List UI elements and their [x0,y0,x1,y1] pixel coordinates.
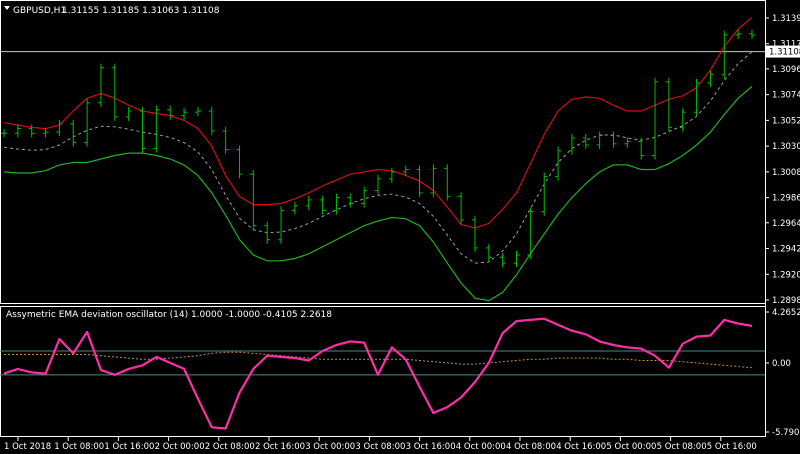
price-label: 1.28985 [772,296,800,306]
price-label: 1.30300 [772,142,800,152]
current-price-label: 1.31108 [769,48,800,58]
indicator-title: Assymetric EMA deviation oscillator (14)… [6,310,332,320]
price-label: 1.29205 [772,270,800,280]
time-label: 2 Oct 16:00 [255,442,305,452]
main-chart-frame [0,0,766,304]
price-label: 1.30520 [772,116,800,126]
upper-band-line [3,16,753,229]
osc-label: 0.00 [772,359,791,369]
indicator-area[interactable] [0,317,765,430]
main-chart-area[interactable] [0,16,765,302]
symbol-label: GBPUSD,H1 [13,6,66,16]
indicator-frame [0,306,766,437]
time-label: 1 Oct 16:00 [104,442,154,452]
time-label: 2 Oct 00:00 [155,442,205,452]
middle-line [3,51,753,264]
osc-label: 4.2652 [772,308,800,318]
price-axis[interactable]: 1.313951.311751.309601.307401.305201.303… [765,14,800,306]
indicator-axis: 4.2652 0.00 -5.7903 [765,308,800,438]
osc-signal-line [4,351,753,369]
price-label: 1.31395 [772,14,800,24]
time-label: 5 Oct 00:00 [606,442,656,452]
time-label: 3 Oct 08:00 [355,442,405,452]
ohlc-readout: 1.31155 1.31185 1.31063 1.31108 [62,6,220,16]
price-label: 1.30740 [772,91,800,101]
time-axis[interactable]: 1 Oct 2018 1 Oct 08:00 1 Oct 16:00 2 Oct 00… [4,437,757,452]
time-label: 3 Oct 00:00 [305,442,355,452]
price-label: 1.30960 [772,65,800,75]
osc-label: -5.7903 [772,428,800,438]
chart-canvas: 1.313951.311751.309601.307401.305201.303… [0,0,800,452]
triangle-down-icon[interactable] [4,6,10,10]
price-label: 1.29425 [772,245,800,255]
time-label: 1 Oct 08:00 [54,442,104,452]
oscillator-line [3,317,753,430]
time-label: 4 Oct 08:00 [506,442,556,452]
time-label: 2 Oct 08:00 [205,442,255,452]
time-label: 3 Oct 16:00 [406,442,456,452]
time-label: 1 Oct 2018 [4,442,51,452]
time-label: 4 Oct 16:00 [556,442,606,452]
time-label: 4 Oct 00:00 [456,442,506,452]
price-label: 1.29860 [772,194,800,204]
time-label: 5 Oct 08:00 [657,442,707,452]
price-label: 1.30080 [772,168,800,178]
price-label: 1.29645 [772,219,800,229]
time-label: 5 Oct 16:00 [707,442,757,452]
